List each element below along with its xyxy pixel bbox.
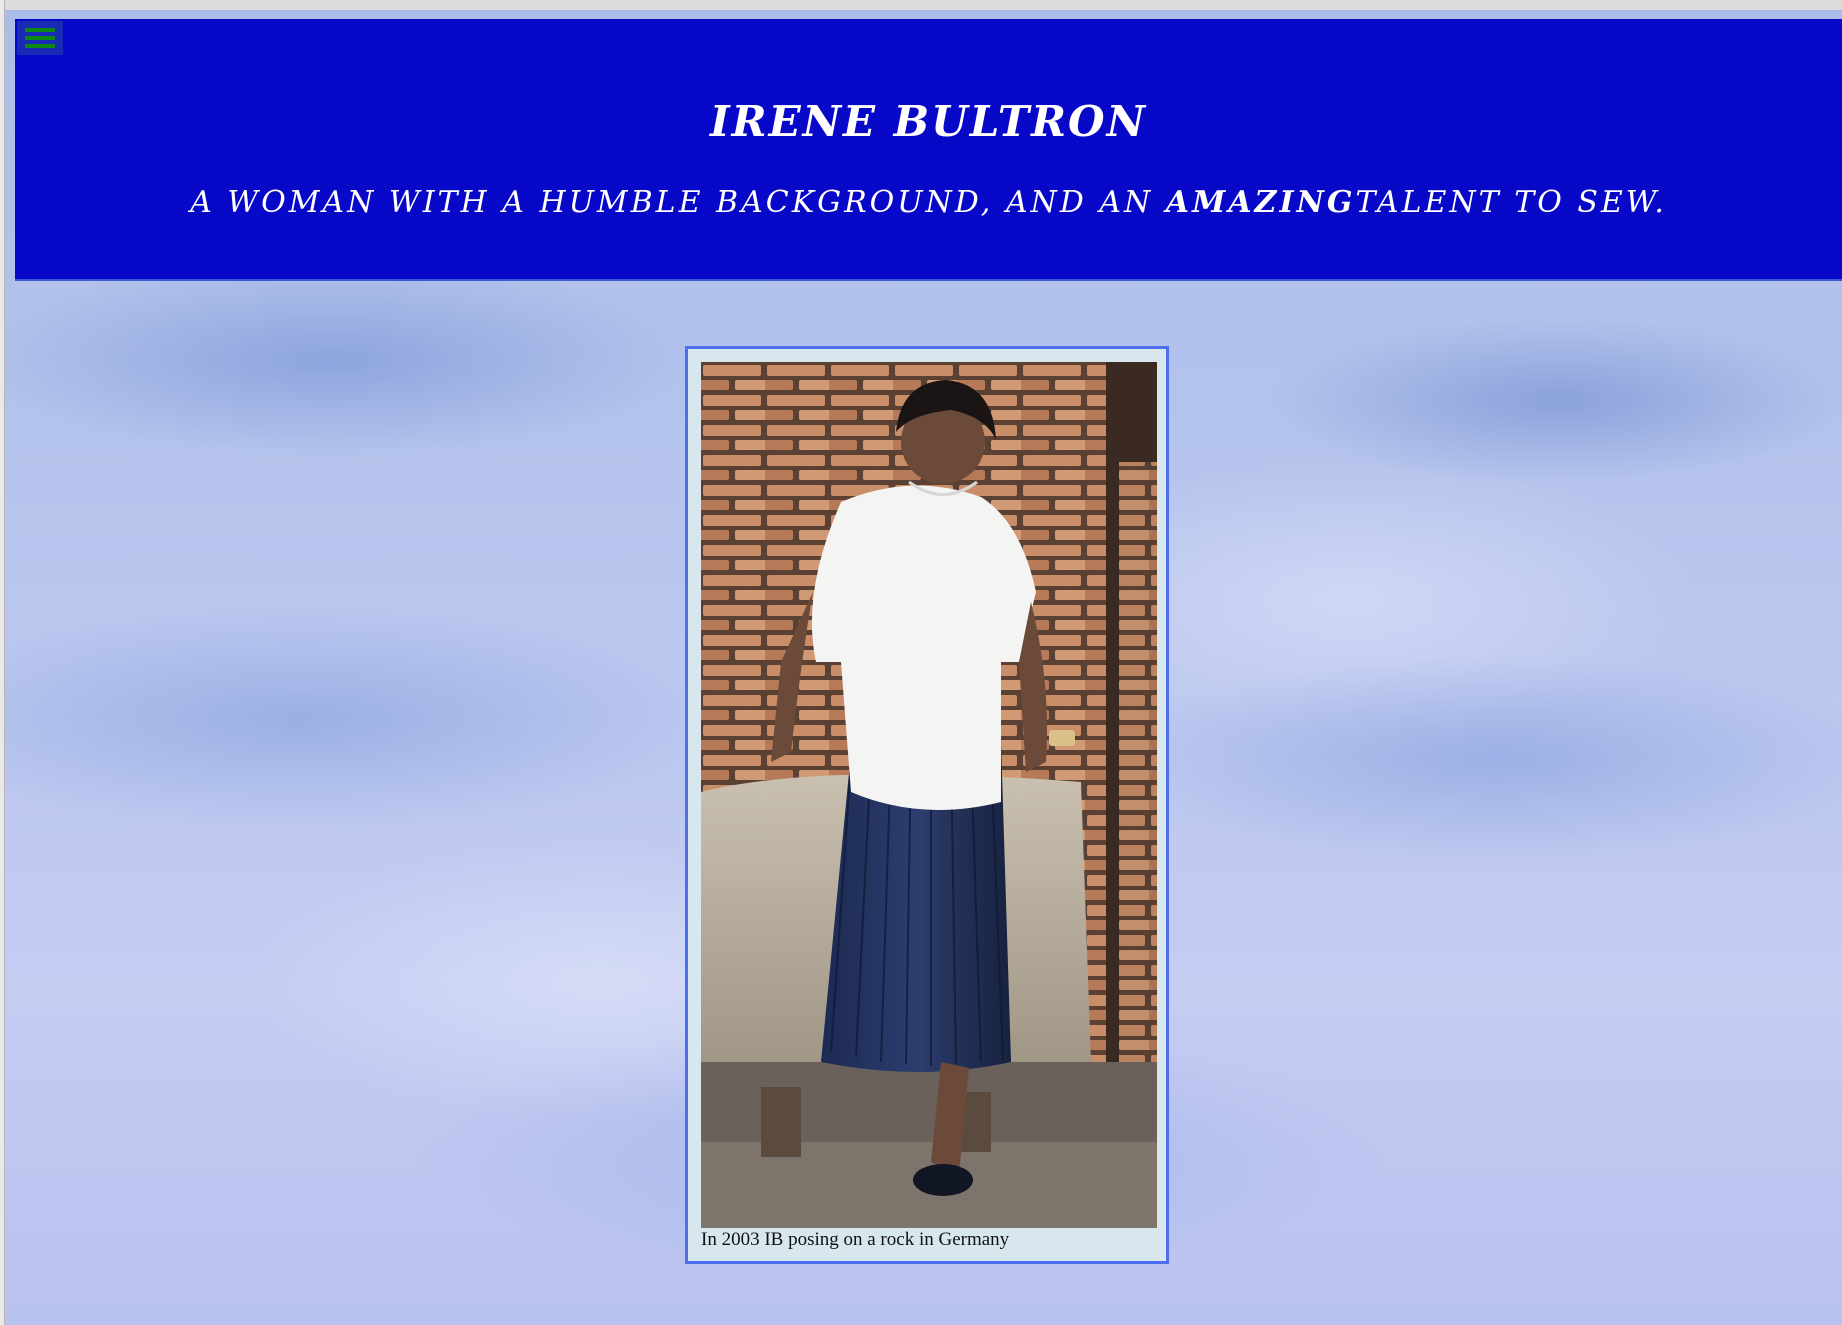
portrait-photo[interactable] [701,362,1157,1228]
window-left-edge [0,0,5,1325]
site-tagline: A WOMAN WITH A HUMBLE BACKGROUND, AND AN… [15,185,1842,220]
tagline-part-2: TALENT TO SEW. [1355,185,1667,220]
site-title: IRENE BULTRON [710,97,1147,146]
hamburger-menu-button[interactable] [17,21,63,55]
tagline-part-1: A WOMAN WITH A HUMBLE BACKGROUND, AND AN [190,185,1166,220]
site-header: IRENE BULTRON A WOMAN WITH A HUMBLE BACK… [15,19,1842,279]
window-top-edge [0,0,1842,11]
photo-figure: In 2003 IB posing on a rock in Germany [685,346,1169,1264]
photo-caption: In 2003 IB posing on a rock in Germany [701,1229,1010,1250]
tagline-emphasis: AMAZING [1165,185,1356,220]
